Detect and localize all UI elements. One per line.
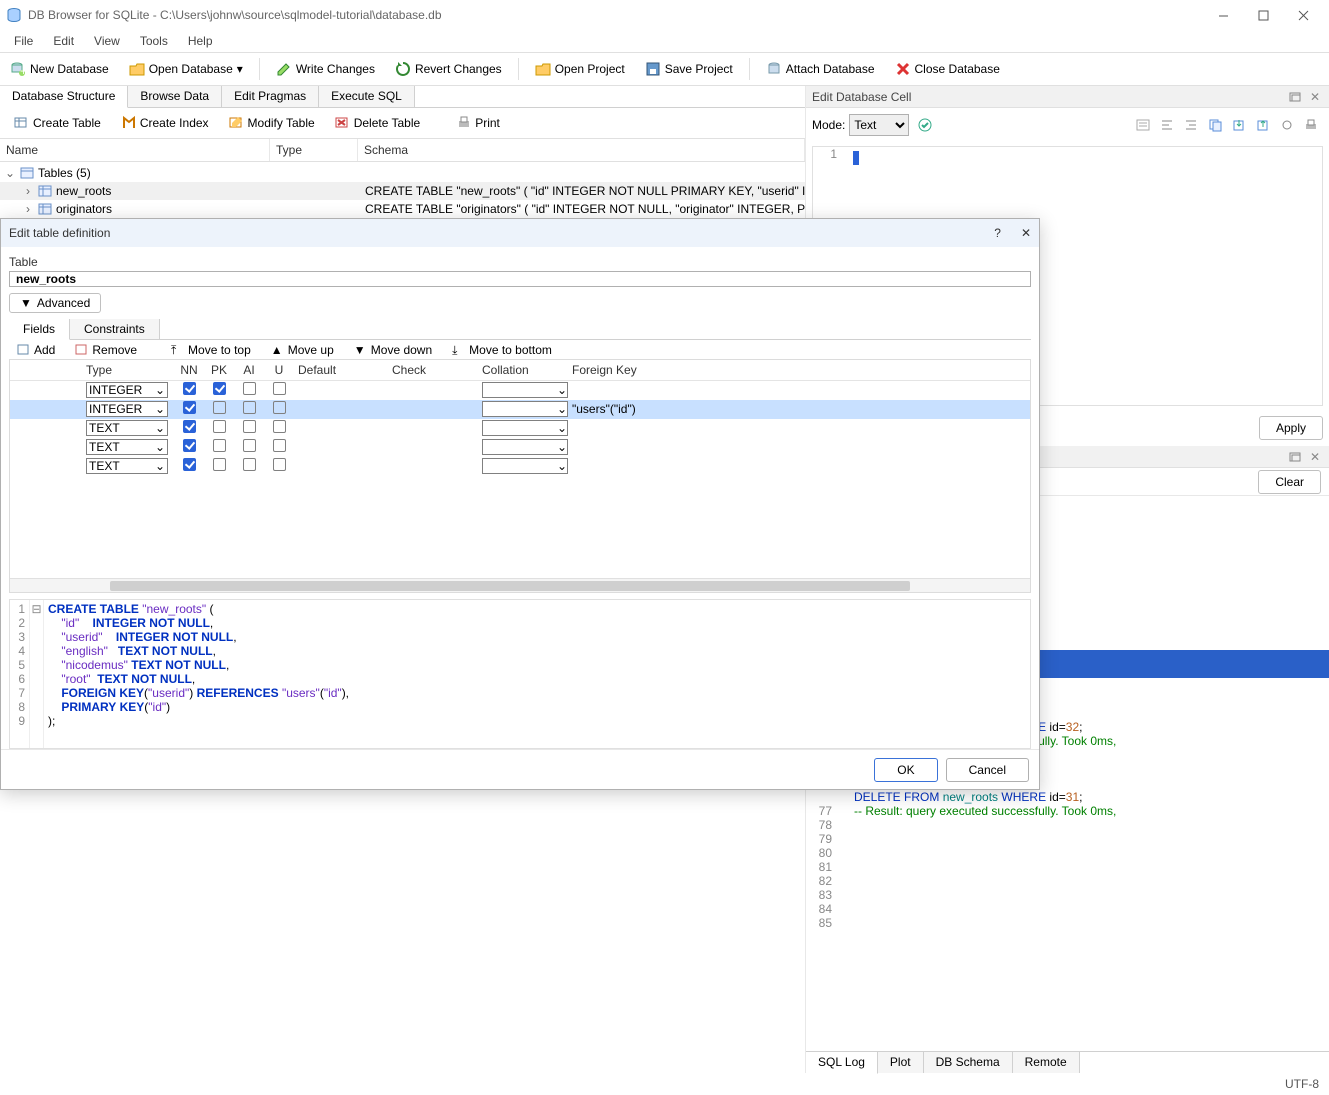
modify-table-button[interactable]: Modify Table: [223, 112, 321, 134]
export-icon[interactable]: [1230, 116, 1248, 134]
close-window-button[interactable]: [1283, 1, 1323, 29]
create-table-button[interactable]: Create Table: [8, 112, 107, 134]
chevron-down-icon[interactable]: ⌄: [4, 166, 16, 180]
tab-execute-sql[interactable]: Execute SQL: [319, 86, 415, 107]
open-project-icon: [535, 61, 551, 77]
tree-table-originators[interactable]: ›originators CREATE TABLE "originators" …: [0, 200, 805, 218]
cell-mode-row: Mode: Text: [806, 108, 1329, 142]
tree-table-new_roots[interactable]: ›new_roots CREATE TABLE "new_roots" ( "i…: [0, 182, 805, 200]
tab-edit-pragmas[interactable]: Edit Pragmas: [222, 86, 319, 107]
status-bar: UTF-8: [0, 1073, 1329, 1095]
open-db-dropdown-icon[interactable]: ▾: [237, 62, 243, 76]
bottom-tabs: SQL Log Plot DB Schema Remote: [806, 1051, 1329, 1073]
panel-undock-icon[interactable]: [1287, 90, 1303, 104]
tab-remote[interactable]: Remote: [1013, 1052, 1080, 1073]
main-tabs: Database Structure Browse Data Edit Prag…: [0, 86, 805, 108]
null-icon[interactable]: [1278, 116, 1296, 134]
create-index-button[interactable]: Create Index: [115, 112, 215, 134]
tab-plot[interactable]: Plot: [878, 1052, 924, 1073]
save-project-button[interactable]: Save Project: [637, 57, 741, 81]
apply-button[interactable]: Apply: [1259, 416, 1323, 440]
structure-toolbar: Create Table Create Index Modify Table D…: [0, 108, 805, 138]
modify-table-icon: [229, 115, 245, 131]
attach-database-icon: [766, 61, 782, 77]
log-panel-header: ✕: [806, 446, 1329, 468]
tab-db-schema[interactable]: DB Schema: [924, 1052, 1013, 1073]
panel-undock-icon[interactable]: [1287, 450, 1303, 464]
print-cell-icon[interactable]: [1302, 116, 1320, 134]
menu-bar: File Edit View Tools Help: [0, 30, 1329, 52]
table-icon: [38, 202, 52, 216]
tab-sql-log[interactable]: SQL Log: [806, 1052, 878, 1074]
tree-tables-node[interactable]: ⌄Tables (5): [0, 164, 805, 182]
create-table-icon: [14, 115, 30, 131]
close-database-button[interactable]: Close Database: [887, 57, 1008, 81]
editor-cursor: [853, 151, 859, 165]
create-index-icon: [121, 115, 137, 131]
table-icon: [38, 184, 52, 198]
new-database-button[interactable]: +New Database: [2, 57, 117, 81]
open-database-icon: [129, 61, 145, 77]
new-database-icon: +: [10, 61, 26, 77]
mode-select[interactable]: Text: [849, 114, 909, 136]
justify-left-icon[interactable]: [1158, 116, 1176, 134]
menu-edit[interactable]: Edit: [43, 32, 84, 50]
col-type[interactable]: Type: [270, 139, 358, 161]
encoding-label: UTF-8: [1285, 1077, 1319, 1091]
save-project-icon: [645, 61, 661, 77]
import-icon[interactable]: [1254, 116, 1272, 134]
sql-log[interactable]: 777879808182838485 has 5 columns but 4 v…: [806, 496, 1329, 1051]
maximize-button[interactable]: [1243, 1, 1283, 29]
delete-table-icon: [335, 115, 351, 131]
main-toolbar: +New Database Open Database▾ Write Chang…: [0, 52, 1329, 86]
chevron-right-icon[interactable]: ›: [22, 202, 34, 216]
tab-browse-data[interactable]: Browse Data: [128, 86, 222, 107]
delete-table-button[interactable]: Delete Table: [329, 112, 427, 134]
table-group-icon: [20, 166, 34, 180]
copy-icon[interactable]: [1206, 116, 1224, 134]
print-icon: [456, 115, 472, 131]
format-icon[interactable]: [916, 116, 934, 134]
col-name[interactable]: Name: [0, 139, 270, 161]
tab-database-structure[interactable]: Database Structure: [0, 86, 128, 108]
print-button[interactable]: Print: [450, 112, 506, 134]
col-schema[interactable]: Schema: [358, 139, 805, 161]
write-changes-icon: [276, 61, 292, 77]
panel-close-icon[interactable]: ✕: [1307, 450, 1323, 464]
open-database-button[interactable]: Open Database▾: [121, 57, 251, 81]
tables-tree: ⌄Tables (5) ›new_roots CREATE TABLE "new…: [0, 162, 805, 220]
structure-header: Name Type Schema: [0, 138, 805, 162]
edit-cell-panel-header: Edit Database Cell ✕: [806, 86, 1329, 108]
menu-tools[interactable]: Tools: [130, 32, 178, 50]
mode-label: Mode:: [812, 118, 845, 132]
cell-editor[interactable]: 1: [812, 146, 1323, 406]
attach-database-button[interactable]: Attach Database: [758, 57, 883, 81]
menu-view[interactable]: View: [84, 32, 130, 50]
open-project-button[interactable]: Open Project: [527, 57, 633, 81]
panel-close-icon[interactable]: ✕: [1307, 90, 1323, 104]
revert-changes-icon: [395, 61, 411, 77]
app-icon: [6, 7, 22, 23]
title-bar: DB Browser for SQLite - C:\Users\johnw\s…: [0, 0, 1329, 30]
menu-help[interactable]: Help: [178, 32, 223, 50]
clear-log-button[interactable]: Clear: [1258, 470, 1321, 494]
menu-file[interactable]: File: [4, 32, 43, 50]
editor-gutter: 1: [813, 147, 843, 161]
chevron-right-icon[interactable]: ›: [22, 184, 34, 198]
window-title: DB Browser for SQLite - C:\Users\johnw\s…: [28, 8, 442, 22]
write-changes-button[interactable]: Write Changes: [268, 57, 383, 81]
minimize-button[interactable]: [1203, 1, 1243, 29]
close-database-icon: [895, 61, 911, 77]
text-mode-icon[interactable]: [1134, 116, 1152, 134]
revert-changes-button[interactable]: Revert Changes: [387, 57, 510, 81]
justify-right-icon[interactable]: [1182, 116, 1200, 134]
svg-text:+: +: [20, 64, 26, 77]
